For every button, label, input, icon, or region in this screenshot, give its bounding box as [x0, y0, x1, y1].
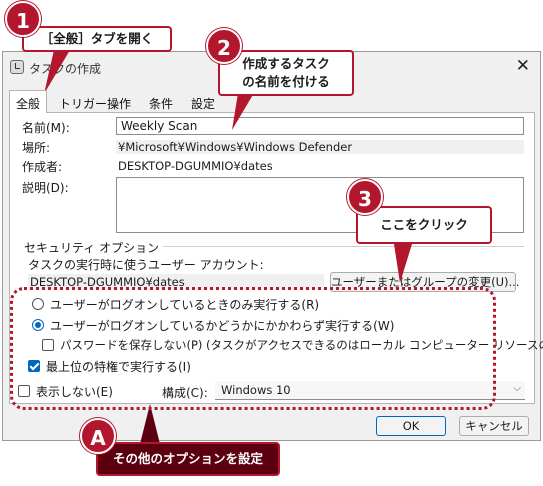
location-label: 場所: — [22, 141, 51, 155]
badge-a: A — [80, 418, 116, 454]
description-label: 説明(D): — [22, 181, 69, 195]
tab-conditions[interactable]: 条件 — [143, 93, 179, 112]
badge-2: 2 — [206, 28, 242, 64]
badge-3: 3 — [347, 179, 383, 215]
callout-2: 作成するタスク の名前を付ける — [218, 50, 354, 96]
account-prompt: タスクの実行時に使うユーザー アカウント: — [28, 258, 264, 272]
location-value: ¥Microsoft¥Windows¥Windows Defender — [116, 140, 524, 154]
callout-1: ［全般］タブを開く — [22, 26, 172, 52]
callout-a: その他のオプションを設定 — [96, 442, 280, 476]
task-scheduler-icon — [10, 60, 24, 74]
highlight-other-options — [10, 287, 496, 410]
security-group-label: セキュリティ オプション — [24, 239, 164, 256]
badge-1: 1 — [5, 1, 41, 37]
close-icon[interactable]: ✕ — [516, 55, 530, 77]
author-label: 作成者: — [22, 160, 63, 174]
tab-general[interactable]: 全般 — [9, 90, 48, 113]
name-field[interactable]: Weekly Scan — [116, 117, 524, 135]
name-label: 名前(M): — [22, 121, 70, 135]
security-group-divider — [130, 246, 524, 247]
callout-3: ここをクリック — [356, 206, 492, 244]
cancel-button[interactable]: キャンセル — [459, 416, 529, 436]
author-value: DESKTOP-DGUMMIO¥dates — [116, 159, 524, 173]
callout-2-line1: 作成するタスク — [242, 56, 330, 71]
chevron-down-icon: ⌵ — [513, 383, 521, 394]
window-title: タスクの作成 — [29, 62, 102, 76]
tab-settings[interactable]: 設定 — [185, 93, 221, 112]
tab-actions[interactable]: 操作 — [101, 93, 137, 112]
ok-button[interactable]: OK — [376, 416, 446, 436]
callout-2-line2: の名前を付ける — [242, 74, 330, 89]
